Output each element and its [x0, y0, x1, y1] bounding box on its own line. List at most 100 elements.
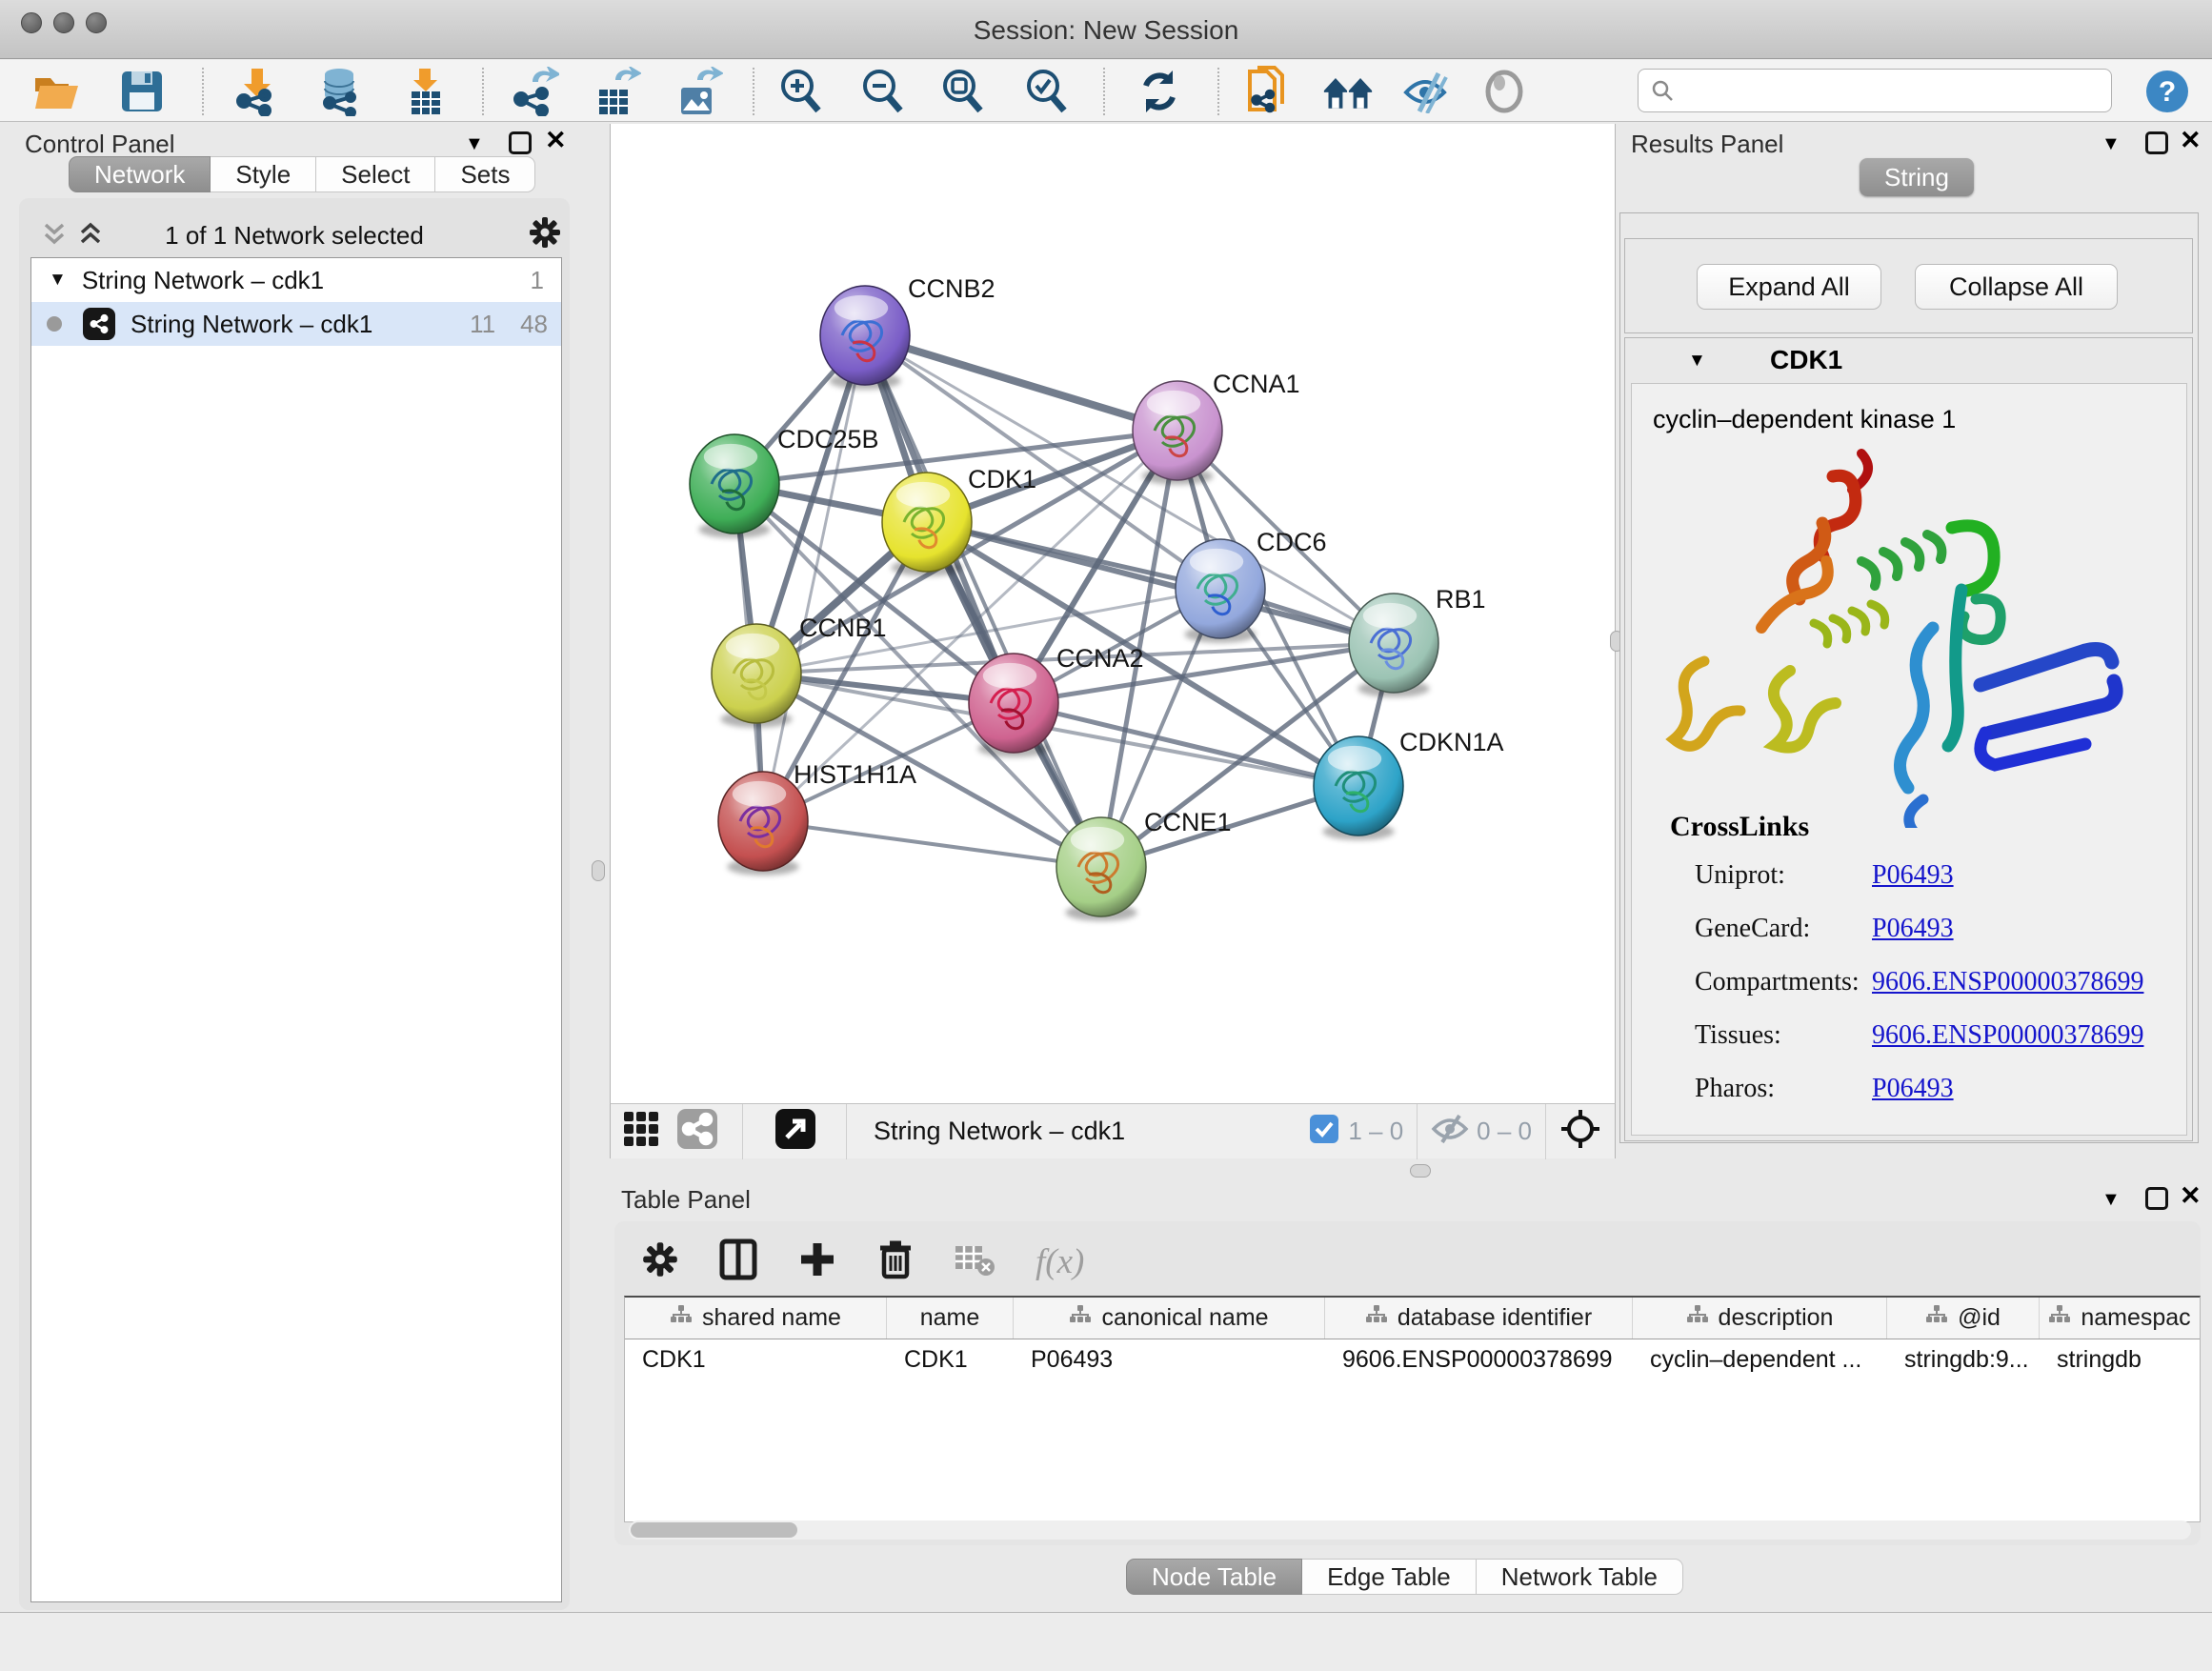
import-network-database-button[interactable]	[314, 66, 366, 117]
network-node-label: CDKN1A	[1399, 728, 1504, 756]
tab-node-table[interactable]: Node Table	[1126, 1559, 1302, 1595]
create-column-plus-icon[interactable]	[797, 1239, 837, 1284]
network-graph[interactable]: CCNB2CCNA1CDC25BCDK1CDC6RB1CCNB1CCNA2CDK…	[611, 124, 1617, 1103]
hidden-eye-slash-icon[interactable]	[1431, 1114, 1469, 1149]
network-node-label: CCNB2	[908, 274, 995, 303]
network-edge-CCNA2-CDKN1A[interactable]	[1014, 703, 1358, 786]
results-panel-float-icon[interactable]	[2145, 131, 2168, 154]
save-session-button[interactable]	[116, 66, 168, 117]
fit-selected-crosshair-icon[interactable]	[1559, 1108, 1601, 1155]
network-node-CDC6[interactable]: CDC6	[1176, 528, 1327, 643]
main-toolbar: ?	[0, 60, 2212, 122]
network-node-CCNB2[interactable]: CCNB2	[820, 274, 995, 390]
delete-table-icon[interactable]	[954, 1242, 995, 1281]
tab-sets[interactable]: Sets	[435, 156, 535, 192]
search-field[interactable]	[1638, 69, 2112, 112]
table-panel-menu-icon[interactable]: ▼	[2101, 1189, 2121, 1211]
results-tab-string[interactable]: String	[1860, 158, 1974, 196]
edge-count: 48	[520, 310, 548, 339]
refresh-button[interactable]	[1134, 66, 1185, 117]
node-table[interactable]: shared name name canonical name database…	[624, 1296, 2201, 1522]
show-columns-icon[interactable]	[719, 1238, 757, 1285]
column-header-canonical-name[interactable]: canonical name	[1014, 1298, 1325, 1339]
import-network-file-button[interactable]	[231, 66, 282, 117]
horizontal-splitter-handle[interactable]	[1410, 1164, 1431, 1178]
network-node-label: CDK1	[968, 465, 1036, 493]
crosslink-label: GeneCard:	[1695, 914, 1872, 944]
tree-expand-icon[interactable]: ▼	[49, 270, 67, 291]
birdseye-grid-icon[interactable]	[622, 1110, 660, 1153]
tab-network[interactable]: Network	[69, 156, 211, 192]
results-panel-close-icon[interactable]: ✕	[2180, 126, 2202, 155]
crosslink-genecard-link[interactable]: P06493	[1872, 914, 1954, 944]
column-header-name[interactable]: name	[887, 1298, 1014, 1339]
new-network-from-file-button[interactable]	[1240, 66, 1292, 117]
network-selected-status: 1 of 1 Network selected	[19, 221, 570, 251]
control-panel-close-icon[interactable]: ✕	[545, 126, 567, 155]
network-tree-root-row[interactable]: ▼ String Network – cdk1 1	[31, 258, 561, 302]
zoom-fit-button[interactable]	[937, 66, 989, 117]
network-node-CCNE1[interactable]: CCNE1	[1056, 808, 1232, 921]
left-splitter-handle[interactable]	[592, 860, 605, 881]
window-title: Session: New Session	[0, 15, 2212, 46]
crosslink-compartments-link[interactable]: 9606.ENSP00000378699	[1872, 967, 2143, 997]
search-input[interactable]	[1675, 77, 2094, 104]
network-node-HIST1H1A[interactable]: HIST1H1A	[718, 760, 916, 876]
export-network-button[interactable]	[509, 66, 560, 117]
network-node-CCNB1[interactable]: CCNB1	[712, 614, 887, 728]
network-node-CDKN1A[interactable]: CDKN1A	[1314, 728, 1504, 840]
tab-select[interactable]: Select	[316, 156, 435, 192]
delete-column-trash-icon[interactable]	[877, 1238, 914, 1285]
tab-style[interactable]: Style	[211, 156, 316, 192]
export-table-button[interactable]	[591, 66, 642, 117]
help-button[interactable]: ?	[2142, 66, 2193, 117]
selected-checkbox-icon[interactable]	[1310, 1115, 1338, 1148]
column-header-shared-name[interactable]: shared name	[625, 1298, 887, 1339]
scrollbar-thumb[interactable]	[631, 1522, 797, 1538]
toolbar-separator	[742, 1104, 743, 1159]
column-header-id[interactable]: @id	[1887, 1298, 2040, 1339]
home-button[interactable]	[1322, 66, 1374, 117]
table-panel-float-icon[interactable]	[2145, 1187, 2168, 1210]
network-view-toolbar: String Network – cdk1 1 – 0 0 – 0	[610, 1103, 1616, 1158]
results-panel-menu-icon[interactable]: ▼	[2101, 133, 2121, 155]
table-row[interactable]: CDK1 CDK1 P06493 9606.ENSP00000378699 cy…	[625, 1339, 2200, 1379]
table-settings-gear-icon[interactable]	[641, 1240, 679, 1283]
node-count: 11	[470, 310, 495, 339]
network-edge-HIST1H1A-CCNE1[interactable]	[763, 821, 1101, 867]
zoom-in-button[interactable]	[775, 66, 827, 117]
network-tree-child-row[interactable]: String Network – cdk1 11 48	[31, 302, 561, 346]
network-share-icon[interactable]	[677, 1109, 717, 1154]
network-edge-CCNB2-HIST1H1A[interactable]	[763, 335, 865, 821]
show-all-button[interactable]	[1478, 66, 1530, 117]
hide-selected-button[interactable]	[1402, 66, 1454, 117]
table-horizontal-scrollbar[interactable]	[629, 1520, 2191, 1540]
network-canvas[interactable]: CCNB2CCNA1CDC25BCDK1CDC6RB1CCNB1CCNA2CDK…	[610, 124, 1616, 1103]
network-node-RB1[interactable]: RB1	[1349, 585, 1486, 697]
zoom-out-button[interactable]	[857, 66, 909, 117]
detach-view-icon[interactable]	[775, 1109, 815, 1154]
table-panel-close-icon[interactable]: ✕	[2180, 1181, 2202, 1211]
column-header-database-identifier[interactable]: database identifier	[1325, 1298, 1633, 1339]
import-table-button[interactable]	[400, 66, 452, 117]
control-panel-menu-icon[interactable]: ▼	[465, 133, 484, 155]
protein-collapse-icon[interactable]: ▼	[1688, 351, 1706, 372]
network-options-gear-icon[interactable]	[528, 215, 562, 254]
crosslink-pharos-link[interactable]: P06493	[1872, 1074, 1954, 1104]
network-edge-CCNB2-CCNA1[interactable]	[865, 335, 1177, 431]
collapse-all-button[interactable]: Collapse All	[1915, 264, 2118, 310]
control-panel-float-icon[interactable]	[509, 131, 532, 154]
network-node-CDK1[interactable]: CDK1	[882, 465, 1036, 576]
column-header-namespace[interactable]: namespac	[2040, 1298, 2200, 1339]
function-builder-icon[interactable]: f(x)	[1036, 1241, 1084, 1282]
crosslink-tissues-link[interactable]: 9606.ENSP00000378699	[1872, 1020, 2143, 1051]
column-header-description[interactable]: description	[1633, 1298, 1887, 1339]
zoom-selected-button[interactable]	[1021, 66, 1073, 117]
crosslink-uniprot-link[interactable]: P06493	[1872, 860, 1954, 891]
open-session-button[interactable]	[30, 66, 82, 117]
tab-edge-table[interactable]: Edge Table	[1302, 1559, 1477, 1595]
network-node-label: CDC25B	[777, 425, 879, 453]
expand-all-button[interactable]: Expand All	[1697, 264, 1881, 310]
tab-network-table[interactable]: Network Table	[1477, 1559, 1683, 1595]
export-image-button[interactable]	[673, 66, 724, 117]
